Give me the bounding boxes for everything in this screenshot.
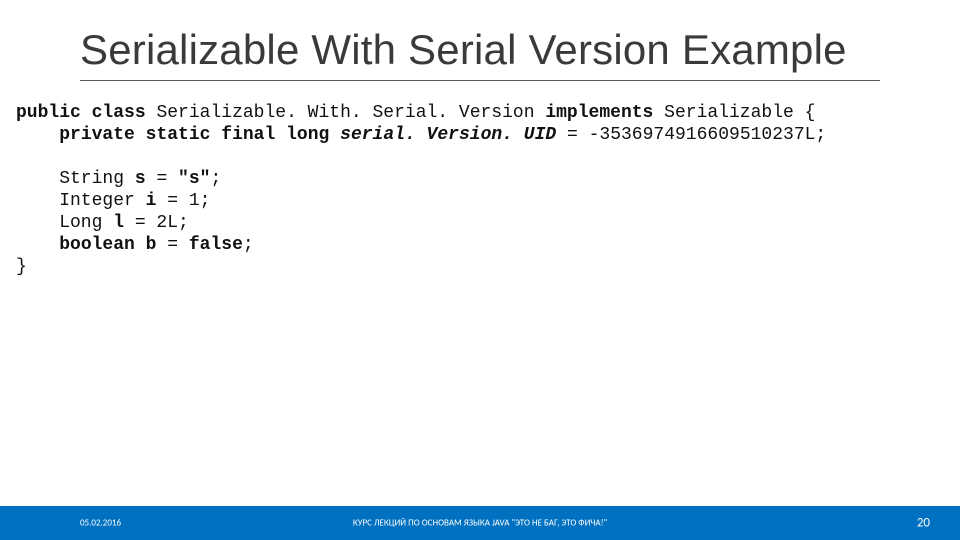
iface-name: Serializable (664, 103, 794, 123)
code-block: public class Serializable. With. Serial.… (0, 81, 960, 279)
eq: = (567, 125, 589, 145)
kw-class: class (92, 103, 146, 123)
lbrace: { (794, 103, 816, 123)
footer-page-number: 20 (917, 516, 930, 531)
semi-1: ; (210, 169, 221, 189)
l-var: l (113, 213, 124, 233)
s-var: s (135, 169, 146, 189)
semi-4: ; (243, 235, 254, 255)
i-val: = 1; (156, 191, 210, 211)
footer-course: КУРС ЛЕКЦИЙ ПО ОСНОВАМ ЯЗЫКА JAVA "ЭТО Н… (353, 518, 607, 529)
l-val: = 2L; (124, 213, 189, 233)
serial-uid-name: serial. Version. UID (340, 125, 567, 145)
serial-uid-value: -3536974916609510237L; (589, 125, 827, 145)
kw-boolean: boolean (59, 235, 135, 255)
footer-date: 05.02.2016 (80, 518, 121, 529)
class-name: Serializable. With. Serial. Version (156, 103, 534, 123)
kw-public: public (16, 103, 81, 123)
l-pre: Long (16, 213, 113, 233)
slide-title: Serializable With Serial Version Example (80, 26, 880, 74)
kw-implements: implements (545, 103, 653, 123)
title-area: Serializable With Serial Version Example (0, 0, 960, 78)
i-pre: Integer (16, 191, 146, 211)
b-var: b (146, 235, 157, 255)
kw-long: long (286, 125, 329, 145)
s-val: "s" (178, 169, 210, 189)
indent (16, 125, 59, 145)
footer-bar: 05.02.2016 КУРС ЛЕКЦИЙ ПО ОСНОВАМ ЯЗЫКА … (0, 506, 960, 540)
kw-private: private (59, 125, 135, 145)
indent (16, 235, 59, 255)
i-var: i (146, 191, 157, 211)
rbrace: } (16, 257, 27, 277)
kw-final: final (221, 125, 275, 145)
kw-static: static (146, 125, 211, 145)
s-pre: String (16, 169, 135, 189)
b-eq: = (156, 235, 188, 255)
slide: Serializable With Serial Version Example… (0, 0, 960, 540)
s-eq: = (146, 169, 178, 189)
kw-false: false (189, 235, 243, 255)
footer-inner: 05.02.2016 КУРС ЛЕКЦИЙ ПО ОСНОВАМ ЯЗЫКА … (0, 506, 960, 540)
